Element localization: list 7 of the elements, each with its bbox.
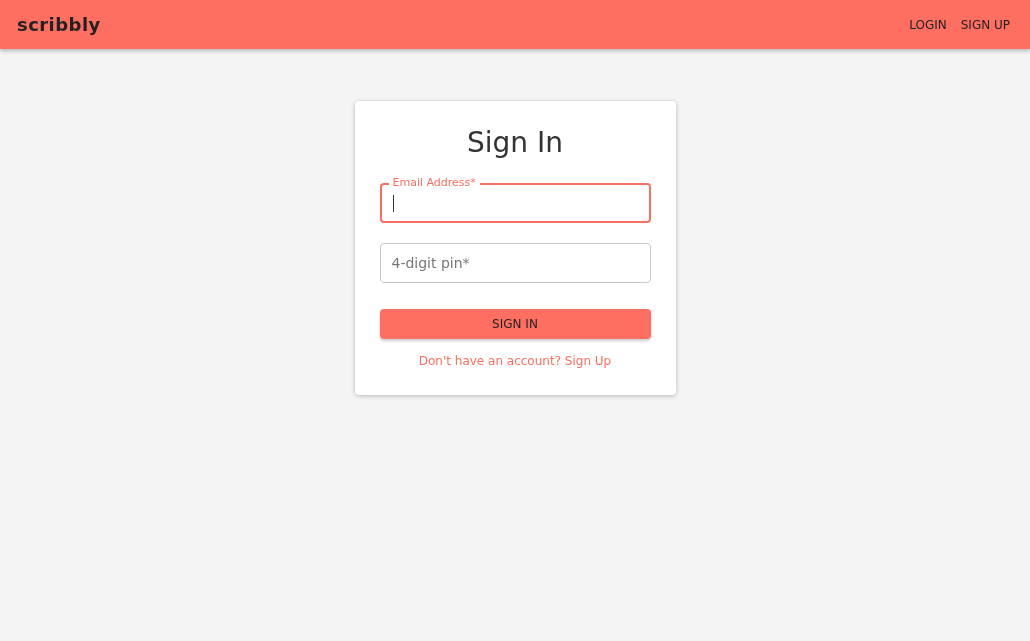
nav-link[interactable]: LOGIN: [909, 15, 947, 34]
text-cursor-icon: [392, 195, 394, 212]
field-label: 4-digit pin*: [391, 254, 470, 272]
sign-in-button[interactable]: SIGN IN: [379, 309, 651, 339]
card-title: Sign In: [467, 125, 563, 161]
logo[interactable]: scribbly: [17, 11, 101, 38]
nav-link[interactable]: SIGN UP: [960, 15, 1010, 34]
